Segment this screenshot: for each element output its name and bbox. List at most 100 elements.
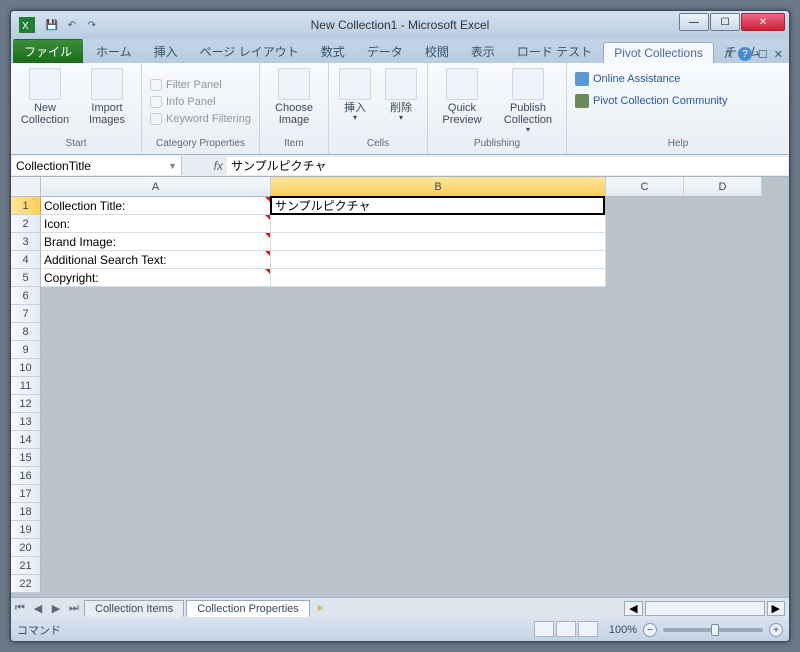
row-header[interactable]: 13 bbox=[11, 413, 41, 431]
row-header[interactable]: 8 bbox=[11, 323, 41, 341]
cell[interactable] bbox=[684, 323, 762, 341]
tab-data[interactable]: データ bbox=[356, 39, 414, 63]
cell[interactable] bbox=[684, 233, 762, 251]
close-button[interactable]: ✕ bbox=[741, 13, 785, 31]
cell[interactable] bbox=[271, 449, 606, 467]
cell[interactable] bbox=[606, 323, 684, 341]
cell[interactable] bbox=[271, 233, 606, 251]
fx-icon[interactable]: fx bbox=[214, 159, 223, 173]
cell[interactable] bbox=[271, 305, 606, 323]
cell[interactable] bbox=[606, 557, 684, 575]
new-collection-button[interactable]: New Collection bbox=[17, 66, 73, 126]
cell[interactable] bbox=[271, 539, 606, 557]
cell[interactable] bbox=[41, 305, 271, 323]
cell[interactable]: Additional Search Text: bbox=[41, 251, 271, 269]
qat-save-icon[interactable]: 💾 bbox=[43, 16, 61, 34]
online-assistance-link[interactable]: Online Assistance bbox=[573, 70, 682, 88]
cell[interactable] bbox=[271, 503, 606, 521]
row-header[interactable]: 3 bbox=[11, 233, 41, 251]
cell[interactable] bbox=[606, 467, 684, 485]
cell[interactable]: サンプルピクチャ bbox=[270, 196, 605, 215]
inner-restore-icon[interactable]: ☐ bbox=[758, 48, 768, 61]
minimize-button[interactable]: — bbox=[679, 13, 709, 31]
cell[interactable] bbox=[606, 431, 684, 449]
zoom-out-button[interactable]: − bbox=[643, 623, 657, 637]
formula-input[interactable] bbox=[227, 157, 788, 175]
help-icon[interactable]: ? bbox=[738, 47, 752, 61]
keyword-filter-checkbox[interactable]: Keyword Filtering bbox=[148, 112, 253, 126]
sheet-nav-last[interactable]: ⏭ bbox=[65, 602, 83, 615]
col-header-c[interactable]: C bbox=[606, 177, 684, 197]
cell[interactable] bbox=[606, 287, 684, 305]
view-normal[interactable] bbox=[534, 621, 554, 637]
cell[interactable] bbox=[271, 323, 606, 341]
cell[interactable] bbox=[606, 539, 684, 557]
cell[interactable] bbox=[606, 215, 684, 233]
chevron-down-icon[interactable]: ▼ bbox=[168, 161, 177, 171]
cell[interactable] bbox=[41, 341, 271, 359]
cell[interactable] bbox=[684, 413, 762, 431]
row-header[interactable]: 15 bbox=[11, 449, 41, 467]
cell[interactable] bbox=[684, 503, 762, 521]
cell[interactable] bbox=[271, 557, 606, 575]
zoom-in-button[interactable]: + bbox=[769, 623, 783, 637]
row-header[interactable]: 14 bbox=[11, 431, 41, 449]
row-header[interactable]: 7 bbox=[11, 305, 41, 323]
cell[interactable] bbox=[606, 251, 684, 269]
zoom-slider[interactable] bbox=[663, 628, 763, 632]
view-page-break[interactable] bbox=[578, 621, 598, 637]
col-header-b[interactable]: B bbox=[271, 177, 606, 197]
row-header[interactable]: 4 bbox=[11, 251, 41, 269]
cell[interactable] bbox=[684, 431, 762, 449]
cell[interactable] bbox=[684, 575, 762, 593]
cell[interactable] bbox=[684, 269, 762, 287]
cell[interactable] bbox=[41, 449, 271, 467]
choose-image-button[interactable]: Choose Image bbox=[266, 66, 322, 126]
cell[interactable] bbox=[606, 305, 684, 323]
row-header[interactable]: 18 bbox=[11, 503, 41, 521]
cell[interactable] bbox=[684, 359, 762, 377]
cell[interactable] bbox=[606, 377, 684, 395]
cell[interactable] bbox=[271, 377, 606, 395]
cell[interactable] bbox=[41, 467, 271, 485]
hscroll-track[interactable] bbox=[645, 601, 765, 616]
row-header[interactable]: 1 bbox=[11, 197, 41, 215]
sheet-nav-prev[interactable]: ◀ bbox=[29, 602, 47, 615]
cell[interactable] bbox=[271, 521, 606, 539]
cell[interactable] bbox=[606, 413, 684, 431]
cell[interactable] bbox=[606, 503, 684, 521]
cell[interactable] bbox=[41, 539, 271, 557]
cell[interactable] bbox=[41, 323, 271, 341]
sheet-nav-first[interactable]: ⏮ bbox=[11, 602, 29, 615]
cell[interactable] bbox=[606, 233, 684, 251]
cell[interactable] bbox=[684, 251, 762, 269]
tab-formulas[interactable]: 数式 bbox=[310, 39, 356, 63]
hscroll-right[interactable]: ▶ bbox=[767, 601, 785, 616]
cell[interactable] bbox=[271, 431, 606, 449]
cell[interactable] bbox=[684, 467, 762, 485]
row-header[interactable]: 9 bbox=[11, 341, 41, 359]
cell[interactable]: Icon: bbox=[41, 215, 271, 233]
cell[interactable] bbox=[41, 395, 271, 413]
col-header-d[interactable]: D bbox=[684, 177, 762, 197]
cell[interactable] bbox=[684, 521, 762, 539]
cell[interactable] bbox=[684, 215, 762, 233]
cell[interactable] bbox=[41, 359, 271, 377]
cell[interactable] bbox=[41, 377, 271, 395]
sheet-tab-items[interactable]: Collection Items bbox=[84, 600, 184, 617]
cell[interactable] bbox=[606, 485, 684, 503]
row-header[interactable]: 22 bbox=[11, 575, 41, 593]
cell[interactable] bbox=[271, 215, 606, 233]
cell[interactable] bbox=[684, 449, 762, 467]
cell[interactable] bbox=[41, 485, 271, 503]
tab-loadtest[interactable]: ロード テスト bbox=[506, 39, 603, 63]
cell[interactable] bbox=[684, 287, 762, 305]
col-header-a[interactable]: A bbox=[41, 177, 271, 197]
tab-view[interactable]: 表示 bbox=[460, 39, 506, 63]
cell[interactable] bbox=[606, 395, 684, 413]
cell[interactable]: Copyright: bbox=[41, 269, 271, 287]
sheet-tab-properties[interactable]: Collection Properties bbox=[186, 600, 310, 617]
cell[interactable] bbox=[606, 449, 684, 467]
cell[interactable] bbox=[606, 575, 684, 593]
cell[interactable] bbox=[684, 341, 762, 359]
